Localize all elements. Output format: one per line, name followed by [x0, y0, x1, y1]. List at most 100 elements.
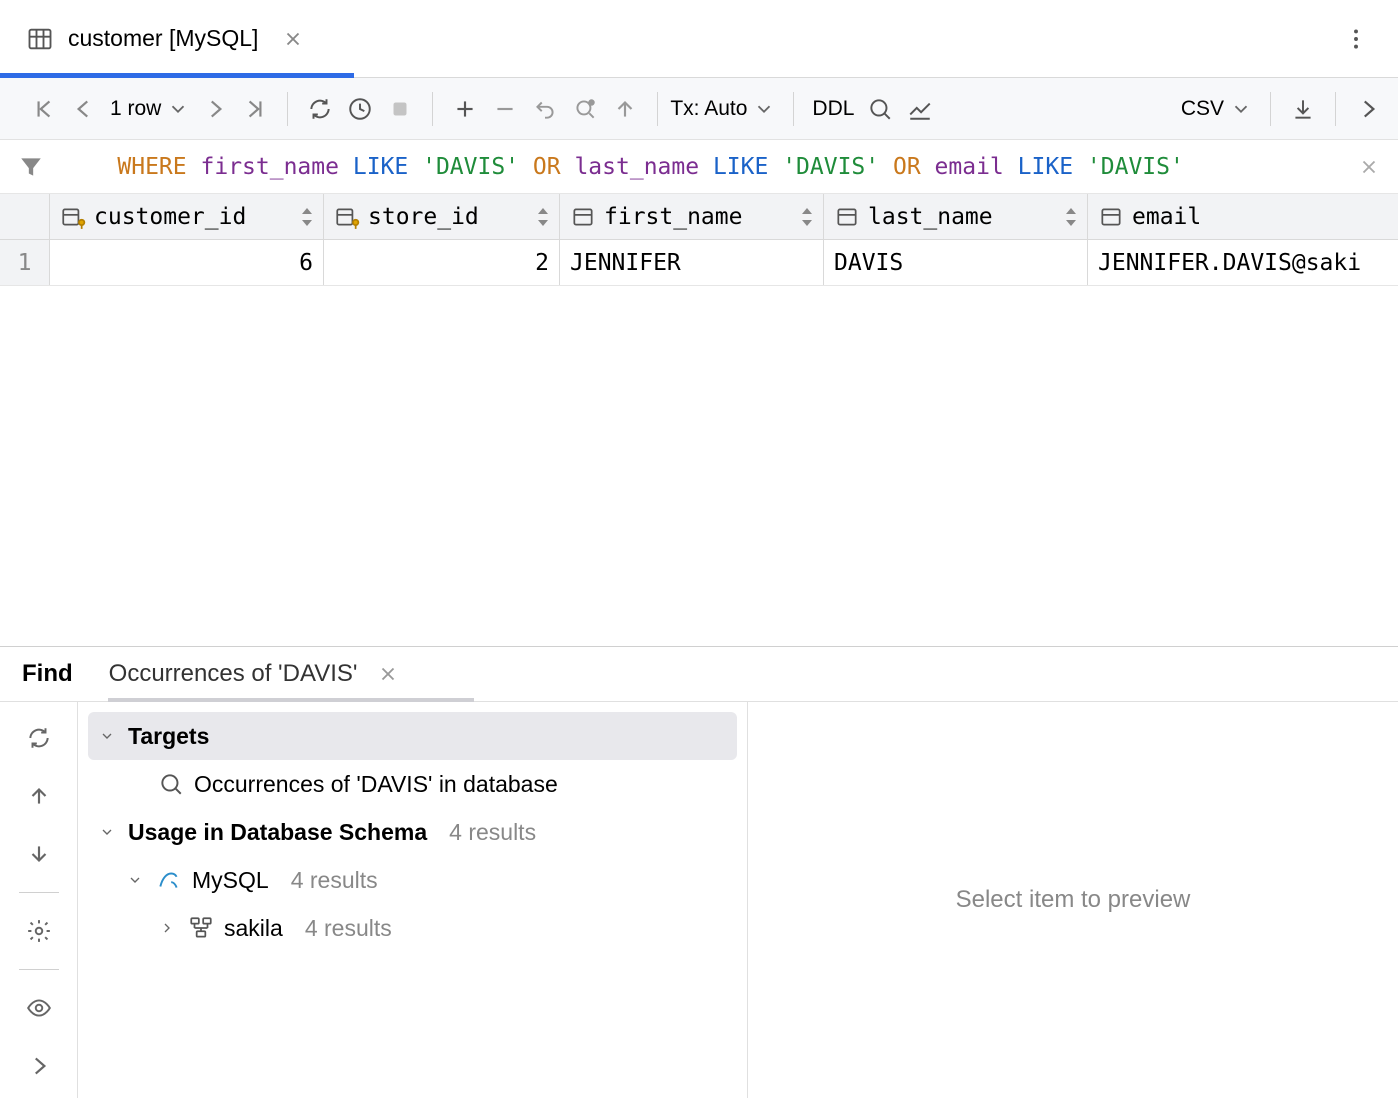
cell-customer-id[interactable]: 6: [50, 240, 324, 285]
separator: [432, 92, 433, 126]
tab-title: customer [MySQL]: [68, 25, 258, 52]
schema-icon: [188, 915, 214, 941]
separator: [1335, 92, 1336, 126]
column-header-last-name[interactable]: last_name: [824, 194, 1088, 239]
submit-button[interactable]: [605, 89, 645, 129]
find-preview-pane: Select item to preview: [748, 702, 1398, 1098]
download-button[interactable]: [1283, 89, 1323, 129]
next-result-button[interactable]: [19, 834, 59, 874]
cell-store-id[interactable]: 2: [324, 240, 560, 285]
targets-label: Targets: [128, 723, 209, 750]
chevron-down-icon: [1230, 98, 1252, 120]
close-icon[interactable]: [282, 28, 304, 50]
find-tab-indicator: [108, 698, 474, 702]
find-tab-title: Occurrences of 'DAVIS': [109, 660, 358, 688]
row-count-dropdown[interactable]: 1 row: [110, 97, 189, 121]
cell-email[interactable]: JENNIFER.DAVIS@saki: [1088, 240, 1398, 285]
prev-page-button[interactable]: [64, 89, 104, 129]
separator: [287, 92, 288, 126]
tree-node-usage[interactable]: Usage in Database Schema 4 results: [78, 808, 747, 856]
tx-mode-dropdown[interactable]: Tx: Auto: [670, 97, 775, 121]
refresh-button[interactable]: [300, 89, 340, 129]
find-results-tree: Targets Occurrences of 'DAVIS' in databa…: [78, 702, 748, 1098]
find-panel: Find Occurrences of 'DAVIS': [0, 646, 1398, 1098]
sort-icon[interactable]: [537, 208, 549, 226]
find-sidebar: [0, 702, 78, 1098]
separator: [19, 969, 59, 970]
occurrences-label: Occurrences of 'DAVIS' in database: [194, 771, 558, 798]
table-row[interactable]: 1 6 2 JENNIFER DAVIS JENNIFER.DAVIS@saki: [0, 240, 1398, 286]
close-icon[interactable]: [377, 663, 399, 685]
column-header-email[interactable]: email: [1088, 194, 1398, 239]
rerun-button[interactable]: [19, 718, 59, 758]
find-label: Find: [22, 660, 73, 688]
row-count-label: 1 row: [110, 97, 161, 121]
tab-active-indicator: [0, 73, 354, 78]
data-grid: customer_id store_id first_name: [0, 194, 1398, 646]
find-tab-occurrences[interactable]: Occurrences of 'DAVIS': [109, 647, 400, 701]
last-page-button[interactable]: [235, 89, 275, 129]
chevron-down-icon: [753, 98, 775, 120]
column-header-store-id[interactable]: store_id: [324, 194, 560, 239]
usage-label: Usage in Database Schema: [128, 819, 427, 846]
sort-icon[interactable]: [301, 208, 313, 226]
export-format-dropdown[interactable]: CSV: [1181, 97, 1252, 121]
preview-changes-button[interactable]: [565, 89, 605, 129]
search-icon: [158, 771, 184, 797]
clear-filter-button[interactable]: [1358, 156, 1380, 178]
tab-customer[interactable]: customer [MySQL]: [0, 0, 326, 77]
cell-first-name[interactable]: JENNIFER: [560, 240, 824, 285]
chevron-down-icon: [96, 728, 118, 744]
more-button[interactable]: [1348, 89, 1388, 129]
revert-button[interactable]: [525, 89, 565, 129]
editor-tabbar: customer [MySQL]: [0, 0, 1398, 78]
filter-bar[interactable]: WHERE first_name LIKE 'DAVIS' OR last_na…: [0, 140, 1398, 194]
key-column-icon: [334, 204, 360, 230]
tree-node-targets[interactable]: Targets: [88, 712, 737, 760]
row-number: 1: [0, 240, 50, 285]
prev-result-button[interactable]: [19, 776, 59, 816]
chevron-right-icon: [156, 920, 178, 936]
column-icon: [1098, 204, 1124, 230]
ddl-button[interactable]: DDL: [812, 97, 854, 121]
tx-label: Tx: Auto: [670, 97, 747, 121]
grid-header-row: customer_id store_id first_name: [0, 194, 1398, 240]
tree-node-occurrences[interactable]: Occurrences of 'DAVIS' in database: [78, 760, 747, 808]
tree-node-sakila[interactable]: sakila 4 results: [78, 904, 747, 952]
find-panel-tabs: Find Occurrences of 'DAVIS': [0, 647, 1398, 702]
tab-overflow-menu[interactable]: [1336, 19, 1376, 59]
preview-placeholder: Select item to preview: [956, 886, 1191, 914]
usage-count: 4 results: [449, 819, 536, 846]
settings-button[interactable]: [19, 911, 59, 951]
column-header-first-name[interactable]: first_name: [560, 194, 824, 239]
delete-row-button[interactable]: [485, 89, 525, 129]
sakila-label: sakila: [224, 915, 283, 942]
tree-node-mysql[interactable]: MySQL 4 results: [78, 856, 747, 904]
ddl-label: DDL: [812, 97, 854, 121]
key-column-icon: [60, 204, 86, 230]
filter-icon: [18, 154, 44, 180]
table-icon: [26, 25, 54, 53]
history-button[interactable]: [340, 89, 380, 129]
column-header-customer-id[interactable]: customer_id: [50, 194, 324, 239]
mysql-label: MySQL: [192, 867, 269, 894]
chevron-down-icon: [124, 872, 146, 888]
mysql-count: 4 results: [291, 867, 378, 894]
sort-icon[interactable]: [801, 208, 813, 226]
chart-button[interactable]: [900, 89, 940, 129]
chevron-down-icon: [96, 824, 118, 840]
stop-button[interactable]: [380, 89, 420, 129]
next-page-button[interactable]: [195, 89, 235, 129]
expand-button[interactable]: [19, 1046, 59, 1086]
export-format-label: CSV: [1181, 97, 1224, 121]
sort-icon[interactable]: [1065, 208, 1077, 226]
separator: [19, 892, 59, 893]
column-icon: [570, 204, 596, 230]
first-page-button[interactable]: [24, 89, 64, 129]
cell-last-name[interactable]: DAVIS: [824, 240, 1088, 285]
column-icon: [834, 204, 860, 230]
search-button[interactable]: [860, 89, 900, 129]
add-row-button[interactable]: [445, 89, 485, 129]
preview-toggle-button[interactable]: [19, 988, 59, 1028]
row-number-header: [0, 194, 50, 239]
